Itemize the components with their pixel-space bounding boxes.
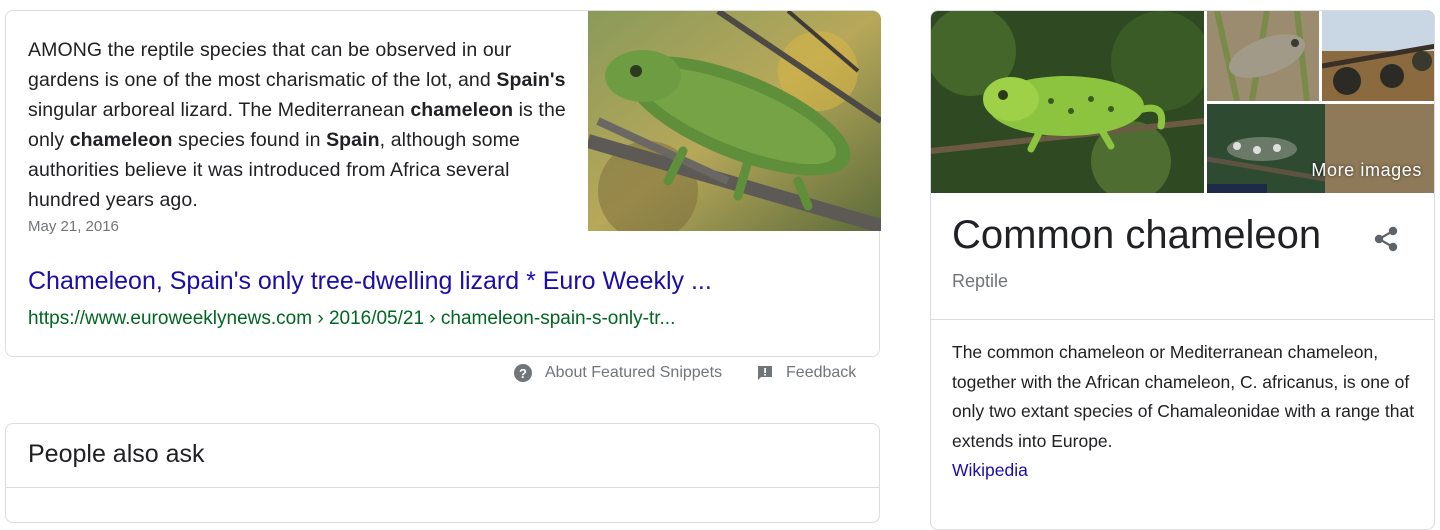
- divider: [6, 487, 879, 488]
- feedback-link[interactable]: Feedback: [722, 364, 856, 382]
- kp-thumb-image-3[interactable]: More images: [1207, 104, 1434, 193]
- snippet-highlight: chameleon: [69, 129, 173, 151]
- result-url: https://www.euroweeklynews.com › 2016/05…: [28, 308, 676, 329]
- snippet-highlight: chameleon: [410, 99, 514, 121]
- kp-title: Common chameleon: [952, 213, 1322, 257]
- kp-description-text: The common chameleon or Mediterranean ch…: [952, 342, 1415, 451]
- snippet-text: AMONG the reptile species that can be ob…: [28, 35, 573, 215]
- feedback-icon: [758, 366, 773, 380]
- divider: [931, 319, 1434, 320]
- snippet-text-segment: singular arboreal lizard. The Mediterran…: [28, 99, 411, 121]
- kp-thumb-image-2[interactable]: [1322, 11, 1434, 101]
- kp-subtitle: Reptile: [952, 271, 1009, 291]
- people-also-ask-heading: People also ask: [28, 440, 205, 468]
- people-also-ask-card: People also ask: [5, 423, 880, 523]
- share-icon[interactable]: [1371, 224, 1401, 254]
- snippet-date: May 21, 2016: [28, 218, 119, 235]
- more-images-link[interactable]: More images: [1311, 160, 1422, 181]
- kp-description: The common chameleon or Mediterranean ch…: [952, 338, 1422, 486]
- snippet-highlight: Spain: [326, 129, 380, 151]
- knowledge-panel: More images Common chameleon Reptile The…: [930, 10, 1435, 530]
- about-featured-snippets-link[interactable]: ? About Featured Snippets: [514, 364, 722, 382]
- feedback-label: Feedback: [786, 364, 857, 381]
- snippet-highlight: Spain's: [496, 69, 566, 91]
- about-featured-snippets-label: About Featured Snippets: [545, 364, 723, 381]
- kp-thumb-image-1[interactable]: [1207, 11, 1319, 101]
- result-title-link[interactable]: Chameleon, Spain's only tree-dwelling li…: [28, 267, 712, 296]
- snippet-chameleon-image[interactable]: [588, 11, 881, 231]
- kp-main-image[interactable]: [931, 11, 1204, 193]
- wikipedia-link[interactable]: Wikipedia: [952, 460, 1028, 480]
- featured-snippet-card: AMONG the reptile species that can be ob…: [5, 10, 881, 357]
- snippet-text-segment: species found in: [172, 129, 327, 151]
- snippet-text-segment: AMONG the reptile species that can be ob…: [28, 39, 512, 91]
- snippet-footer: ? About Featured Snippets Feedback: [514, 364, 856, 382]
- help-icon: ?: [514, 364, 532, 382]
